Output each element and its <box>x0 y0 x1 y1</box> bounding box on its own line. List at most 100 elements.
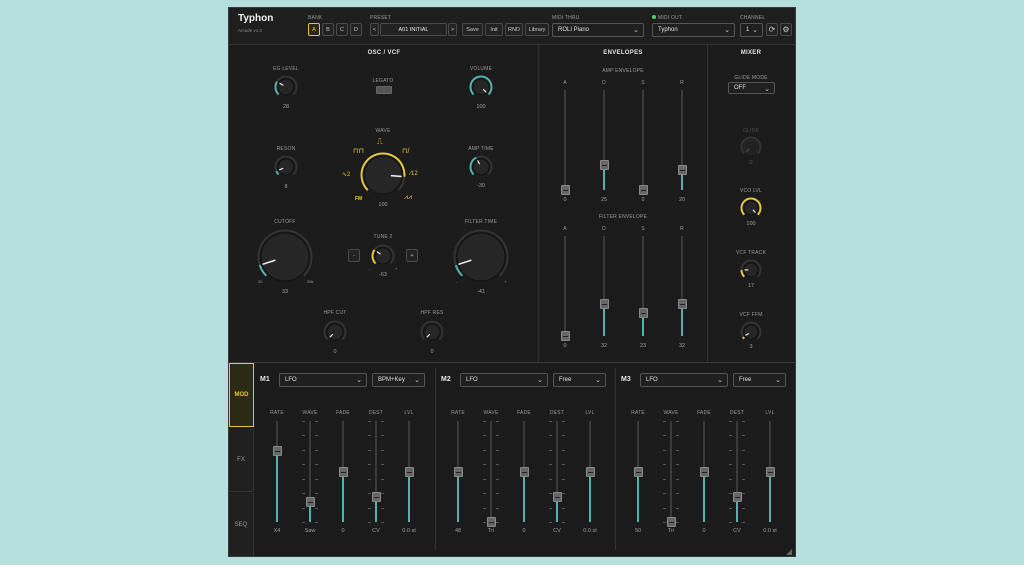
mod-3-wave-slider-tick <box>663 493 666 495</box>
sync-icon[interactable]: ⟳ <box>766 23 778 36</box>
rnd-button[interactable]: RND <box>505 23 523 36</box>
mod-2-rate-slider-thumb[interactable] <box>453 466 463 477</box>
chevron-down-icon: ⌄ <box>633 27 639 34</box>
mod-2-fade-slider-thumb[interactable] <box>519 466 529 477</box>
tab-fx[interactable]: FX <box>229 428 254 492</box>
preset-name-display[interactable]: A01 INITIAL <box>380 23 447 36</box>
amp-s-label: S <box>641 80 645 86</box>
mod-1-dest-slider-tick <box>381 522 384 523</box>
tune2-knob[interactable] <box>370 243 396 269</box>
vco-lvl-knob[interactable] <box>739 196 763 220</box>
legato-toggle[interactable] <box>376 86 392 94</box>
save-button[interactable]: Save <box>462 23 483 36</box>
preset-label: PRESET <box>370 15 392 21</box>
tune2-max-label: + <box>395 266 398 271</box>
mod-3-wave-slider-thumb[interactable] <box>666 517 676 527</box>
filter-time-label: FILTER TIME <box>464 219 498 225</box>
glide-knob[interactable] <box>739 135 763 159</box>
mod-3-fade-slider-thumb[interactable] <box>699 466 709 477</box>
amp-r-slider-thumb[interactable] <box>677 165 687 175</box>
mod-3-wave-slider-tick <box>676 464 679 466</box>
mod-3-rate-label: RATE <box>631 410 645 416</box>
mod-3-sync-select[interactable]: Free ⌄ <box>733 373 786 387</box>
mod-3-dest-slider-thumb[interactable] <box>732 491 742 502</box>
mod-3-wave-slider-tick <box>676 435 679 437</box>
filter-time-value: -41 <box>477 289 485 295</box>
amp-d-slider-thumb[interactable] <box>599 160 609 170</box>
mod-1-lvl-slider-thumb[interactable] <box>404 466 414 477</box>
mod-1-dest-slider-tick <box>381 435 384 437</box>
settings-gear-icon[interactable]: ⚙ <box>780 23 792 36</box>
hpf-res-label: HPF RES <box>420 310 444 316</box>
mod-3-dest-slider-tick <box>742 464 745 466</box>
mod-2-sync-select[interactable]: Free ⌄ <box>553 373 606 387</box>
midi-thru-select[interactable]: ROLI Piano ⌄ <box>552 23 644 37</box>
mod-1-rate-slider-fill <box>276 451 278 522</box>
amp-d-label: D <box>602 80 606 86</box>
mod-2-dest-slider-thumb[interactable] <box>552 491 562 502</box>
mod-3-dest-value: CV <box>733 528 741 534</box>
mod-1-wave-slider-tick <box>302 421 305 422</box>
amp-a-slider-thumb[interactable] <box>560 185 570 195</box>
cutoff-knob[interactable] <box>256 228 314 286</box>
hpf-res-knob[interactable] <box>419 319 445 345</box>
mod-1-rate-slider-thumb[interactable] <box>272 446 282 457</box>
channel-select[interactable]: 1 ⌄ <box>740 23 763 37</box>
tune2-minus-button[interactable]: - <box>348 249 360 262</box>
preset-prev-button[interactable]: < <box>370 23 379 36</box>
mod-3-rate-slider-thumb[interactable] <box>633 466 643 477</box>
mod-2-type-select[interactable]: LFO ⌄ <box>460 373 548 387</box>
mod-1-fade-slider-thumb[interactable] <box>338 466 348 477</box>
amp-s-slider-thumb[interactable] <box>638 185 648 195</box>
filter-a-slider-thumb[interactable] <box>560 331 570 341</box>
tune2-plus-button[interactable]: + <box>406 249 418 262</box>
tab-seq[interactable]: SEQ <box>229 493 254 556</box>
mod-1-dest-slider-thumb[interactable] <box>371 491 381 502</box>
mod-2-wave-slider-tick <box>496 449 499 451</box>
header-bar: Typhon Arcade v1.0 BANK A B C D PRESET <… <box>229 8 795 45</box>
filter-time-max-label: + <box>504 279 507 284</box>
library-button[interactable]: Library <box>525 23 549 36</box>
mod-3-dest-slider-tick <box>742 478 745 480</box>
mod-1-type-select[interactable]: LFO ⌄ <box>279 373 367 387</box>
glide-mode-label: GLIDE MODE <box>734 75 768 81</box>
filter-r-slider-thumb[interactable] <box>677 299 687 309</box>
wave-right-number: 12 <box>411 171 418 177</box>
hpf-cut-knob[interactable] <box>322 319 348 345</box>
bank-c-button[interactable]: C <box>336 23 348 36</box>
mod-3-wave-slider-tick <box>663 522 666 523</box>
midi-out-select[interactable]: Typhon ⌄ <box>652 23 735 37</box>
bank-d-button[interactable]: D <box>350 23 362 36</box>
mod-2-dest-slider-tick <box>549 435 552 437</box>
mod-3-lvl-slider-thumb[interactable] <box>765 466 775 477</box>
hpf-cut-value: 0 <box>333 349 337 355</box>
eg-level-knob[interactable] <box>273 74 299 100</box>
mod-3-type-value: LFO <box>646 377 658 383</box>
mod-2-lvl-slider-thumb[interactable] <box>585 466 595 477</box>
filter-time-knob[interactable] <box>452 228 510 286</box>
preset-next-button[interactable]: > <box>448 23 457 36</box>
tab-mod[interactable]: MOD <box>229 363 254 427</box>
filter-d-slider-thumb[interactable] <box>599 299 609 309</box>
resize-handle-icon[interactable]: ◢ <box>786 547 792 556</box>
bank-b-button[interactable]: B <box>322 23 334 36</box>
mod-1-sync-select[interactable]: BPM+Key ⌄ <box>372 373 425 387</box>
mod-1-fade-value: 0 <box>341 528 345 534</box>
filter-s-slider-thumb[interactable] <box>638 308 648 318</box>
mod-2-wave-slider-thumb[interactable] <box>486 517 496 527</box>
vcf-track-knob[interactable] <box>739 258 763 282</box>
triangle-wave-icon: ∿2 <box>342 172 351 178</box>
mod-1-wave-slider-tick <box>302 478 305 480</box>
reson-knob[interactable] <box>273 154 299 180</box>
init-button[interactable]: Init <box>485 23 503 36</box>
mod-3-dest-slider-tick <box>742 435 745 437</box>
vcf-ffm-knob[interactable] <box>739 320 763 344</box>
glide-mode-select[interactable]: OFF ⌄ <box>728 82 775 94</box>
mod-2-rate-slider-fill <box>457 471 459 522</box>
wave-knob[interactable] <box>359 151 407 199</box>
volume-knob[interactable] <box>468 74 494 100</box>
mod-1-wave-slider-thumb[interactable] <box>305 496 315 507</box>
mod-3-type-select[interactable]: LFO ⌄ <box>640 373 728 387</box>
bank-a-button[interactable]: A <box>308 23 320 36</box>
amp-time-knob[interactable] <box>468 154 494 180</box>
